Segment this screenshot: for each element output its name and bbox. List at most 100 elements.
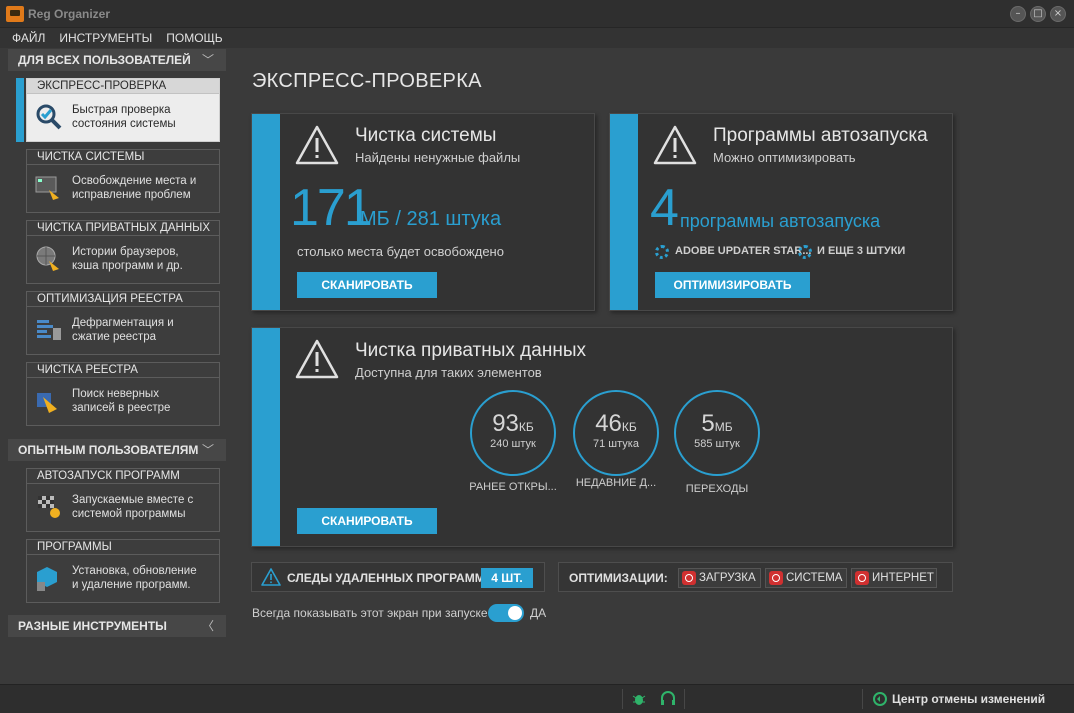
- autostart-count: 4: [650, 179, 679, 237]
- circle-label: РАНЕЕ ОТКРЫ...: [469, 481, 557, 493]
- chevron-left-icon: 〈: [201, 619, 214, 633]
- circle-unit: КБ: [518, 420, 534, 434]
- monitor-broom-icon: [35, 176, 59, 200]
- private-circle-transitions[interactable]: 5МБ 585 штук: [674, 390, 760, 476]
- sidebar-item-line: Быстрая проверка: [72, 104, 171, 116]
- circle-count: 585 штук: [694, 438, 740, 450]
- optimize-internet-label: ИНТЕРНЕТ: [872, 572, 934, 584]
- panel-subtitle: Можно оптимизировать: [713, 150, 856, 165]
- sidebar-item-line: кэша программ и др.: [72, 260, 183, 272]
- sidebar-item-system-clean[interactable]: ЧИСТКА СИСТЕМЫ Освобождение места и испр…: [26, 149, 220, 213]
- autostart-item[interactable]: ADOBE UPDATER STAR...: [675, 245, 812, 257]
- panel-title: Чистка приватных данных: [355, 340, 586, 361]
- power-icon: [855, 571, 869, 585]
- gear-icon: [798, 245, 812, 259]
- panel-subtitle: Доступна для таких элементов: [355, 365, 542, 380]
- optimizations-box: ОПТИМИЗАЦИИ: ЗАГРУЗКА СИСТЕМА ИНТЕРНЕТ: [558, 562, 953, 592]
- menu-bar: ФАЙЛ ИНСТРУМЕНТЫ ПОМОЩЬ: [0, 28, 1074, 48]
- gear-icon: [655, 245, 669, 259]
- optimizations-label: ОПТИМИЗАЦИИ:: [569, 571, 668, 585]
- startup-toggle[interactable]: [488, 604, 524, 622]
- section-title: РАЗНЫЕ ИНСТРУМЕНТЫ: [18, 619, 167, 633]
- circle-value: 46: [595, 410, 622, 437]
- chevron-down-icon: ﹀: [201, 53, 214, 67]
- circle-label: ПЕРЕХОДЫ: [685, 483, 749, 495]
- menu-tools[interactable]: ИНСТРУМЕНТЫ: [59, 31, 152, 45]
- bug-icon[interactable]: [632, 691, 646, 707]
- sidebar-item-line: Освобождение места и: [72, 175, 197, 187]
- private-data-panel: Чистка приватных данных Доступна для так…: [251, 327, 953, 547]
- sidebar-item-line: Поиск неверных: [72, 388, 159, 400]
- status-separator: [622, 689, 623, 709]
- panel-subtitle: Найдены ненужные файлы: [355, 150, 521, 165]
- sidebar-item-line: записей в реестре: [72, 402, 171, 414]
- autostart-panel: Программы автозапуска Можно оптимизирова…: [609, 113, 953, 311]
- section-title: ДЛЯ ВСЕХ ПОЛЬЗОВАТЕЛЕЙ: [18, 53, 191, 67]
- section-misc-tools[interactable]: РАЗНЫЕ ИНСТРУМЕНТЫ 〈: [8, 615, 226, 637]
- circle-label: НЕДАВНИЕ Д...: [575, 477, 657, 489]
- sidebar-item-title: ПРОГРАММЫ: [27, 540, 219, 555]
- sidebar-item-express-check[interactable]: ЭКСПРЕСС-ПРОВЕРКА Быстрая проверка состо…: [26, 78, 220, 142]
- window-title: Reg Organizer: [28, 7, 111, 21]
- sidebar-item-private-clean[interactable]: ЧИСТКА ПРИВАТНЫХ ДАННЫХ Истории браузеро…: [26, 220, 220, 284]
- status-bar: Центр отмены изменений: [0, 684, 1074, 713]
- undo-center-icon: [873, 692, 887, 706]
- scan-system-button[interactable]: СКАНИРОВАТЬ: [297, 272, 437, 298]
- chevron-down-icon: ﹀: [201, 443, 214, 457]
- sidebar-item-line: сжатие реестра: [72, 331, 156, 343]
- maximize-button[interactable]: □: [1030, 6, 1046, 22]
- optimize-system-label: СИСТЕМА: [786, 572, 843, 584]
- circle-unit: КБ: [621, 420, 637, 434]
- sidebar-item-programs[interactable]: ПРОГРАММЫ Установка, обновление и удален…: [26, 539, 220, 603]
- page-title: ЭКСПРЕСС-ПРОВЕРКА: [252, 70, 482, 92]
- sidebar-item-title: АВТОЗАПУСК ПРОГРАММ: [27, 469, 219, 484]
- leftovers-box[interactable]: СЛЕДЫ УДАЛЕННЫХ ПРОГРАММ 4 ШТ.: [251, 562, 545, 592]
- magnifier-check-icon: [36, 104, 62, 130]
- optimize-system-button[interactable]: СИСТЕМА: [765, 568, 847, 588]
- power-icon: [769, 571, 783, 585]
- circle-unit: МБ: [714, 420, 733, 434]
- status-separator: [684, 689, 685, 709]
- section-advanced-users[interactable]: ОПЫТНЫМ ПОЛЬЗОВАТЕЛЯМ ﹀: [8, 439, 226, 461]
- optimize-internet-button[interactable]: ИНТЕРНЕТ: [851, 568, 937, 588]
- sidebar-item-registry-optimize[interactable]: ОПТИМИЗАЦИЯ РЕЕСТРА Дефрагментация и сжа…: [26, 291, 220, 355]
- active-indicator: [16, 78, 24, 142]
- warning-icon: [295, 339, 339, 379]
- autostart-more-link[interactable]: И ЕЩЕ 3 ШТУКИ: [817, 245, 905, 257]
- system-clean-panel: Чистка системы Найдены ненужные файлы 17…: [251, 113, 595, 311]
- leftovers-label: СЛЕДЫ УДАЛЕННЫХ ПРОГРАММ: [287, 571, 485, 585]
- freed-space-note: столько места будет освобождено: [297, 244, 504, 259]
- optimize-autostart-button[interactable]: ОПТИМИЗИРОВАТЬ: [655, 272, 810, 298]
- menu-help[interactable]: ПОМОЩЬ: [166, 31, 222, 45]
- sidebar-item-registry-clean[interactable]: ЧИСТКА РЕЕСТРА Поиск неверных записей в …: [26, 362, 220, 426]
- sidebar-item-line: и удаление программ.: [72, 579, 191, 591]
- sidebar-item-line: состояния системы: [72, 118, 176, 130]
- headset-icon[interactable]: [660, 691, 676, 707]
- private-circle-recent-opened[interactable]: 93КБ 240 штук: [470, 390, 556, 476]
- startup-toggle-label: Всегда показывать этот экран при запуске: [252, 606, 488, 620]
- section-all-users[interactable]: ДЛЯ ВСЕХ ПОЛЬЗОВАТЕЛЕЙ ﹀: [8, 49, 226, 71]
- warning-icon: [261, 568, 281, 586]
- sidebar-item-title: ЧИСТКА РЕЕСТРА: [27, 363, 219, 378]
- scan-private-button[interactable]: СКАНИРОВАТЬ: [297, 508, 437, 534]
- optimize-boot-button[interactable]: ЗАГРУЗКА: [678, 568, 761, 588]
- private-circle-recent-docs[interactable]: 46КБ 71 штука: [573, 390, 659, 476]
- sidebar-item-title: ЧИСТКА ПРИВАТНЫХ ДАННЫХ: [27, 221, 219, 236]
- circle-count: 240 штук: [490, 438, 536, 450]
- undo-center-link[interactable]: Центр отмены изменений: [892, 692, 1045, 706]
- warning-icon: [295, 125, 339, 165]
- power-icon: [682, 571, 696, 585]
- warning-icon: [653, 125, 697, 165]
- status-separator: [862, 689, 863, 709]
- registry-defrag-icon: [37, 320, 61, 340]
- minimize-button[interactable]: –: [1010, 6, 1026, 22]
- sidebar: ДЛЯ ВСЕХ ПОЛЬЗОВАТЕЛЕЙ ﹀ ЭКСПРЕСС-ПРОВЕР…: [8, 49, 228, 661]
- close-button[interactable]: ×: [1050, 6, 1066, 22]
- sidebar-item-line: исправление проблем: [72, 189, 191, 201]
- sidebar-item-line: Установка, обновление: [72, 565, 197, 577]
- leftovers-count-badge[interactable]: 4 ШТ.: [481, 568, 533, 588]
- menu-file[interactable]: ФАЙЛ: [12, 31, 45, 45]
- sidebar-item-line: системой программы: [72, 508, 186, 520]
- box-trash-icon: [37, 567, 57, 591]
- sidebar-item-autostart[interactable]: АВТОЗАПУСК ПРОГРАММ Запускаемые вместе с…: [26, 468, 220, 532]
